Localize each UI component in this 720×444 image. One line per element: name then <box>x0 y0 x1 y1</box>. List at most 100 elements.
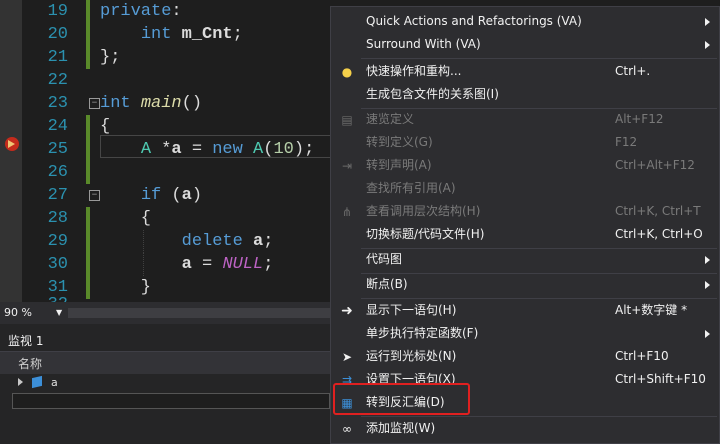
line-number: 22 <box>47 71 68 90</box>
variable-icon <box>32 375 42 389</box>
menu-item-label: 速览定义 <box>366 112 415 126</box>
line-number: 27 <box>47 186 68 205</box>
menu-item-label: 运行到光标处(N) <box>366 349 457 363</box>
menu-item-label: 单步执行特定函数(F) <box>366 326 479 340</box>
line-number: 26 <box>47 163 68 182</box>
submenu-arrow-icon <box>705 330 710 338</box>
menu-item-label: 快速操作和重构... <box>366 64 462 78</box>
menu-item-peek-definition[interactable]: ▤ 速览定义 Alt+F12 <box>331 108 720 131</box>
code-text: }; <box>100 48 121 67</box>
editor-status-bar: 90 % ▼ <box>0 302 330 324</box>
watch-column-header <box>0 352 330 374</box>
menu-item-go-to-declaration[interactable]: ⇥ 转到声明(A) Ctrl+Alt+F12 <box>331 154 720 177</box>
cursor-icon: ➤ <box>341 350 353 364</box>
goto-declaration-icon: ⇥ <box>341 159 353 173</box>
menu-item-shortcut: Ctrl+K, Ctrl+O <box>615 227 703 241</box>
current-line-highlight <box>100 135 334 158</box>
annotation-highlight-box <box>333 383 470 415</box>
change-bar <box>86 0 90 23</box>
code-text: if (a) <box>140 186 203 205</box>
menu-item-label: 显示下一语句(H) <box>366 303 457 317</box>
menu-item-find-all-references[interactable]: 查找所有引用(A) <box>331 177 720 200</box>
watch-panel: 监视 1 名称 a <box>0 324 330 444</box>
watch-row[interactable] <box>0 374 330 392</box>
code-text: { <box>100 209 152 228</box>
line-number: 29 <box>47 232 68 251</box>
change-bar <box>86 46 90 69</box>
menu-item-step-into-specific[interactable]: 单步执行特定函数(F) <box>331 322 720 345</box>
watch-panel-title[interactable]: 监视 1 <box>8 332 43 349</box>
menu-item-shortcut: F12 <box>615 135 638 149</box>
menu-item-breakpoint[interactable]: 断点(B) <box>331 273 720 296</box>
change-bar <box>86 138 90 161</box>
zoom-dropdown[interactable]: 90 % ▼ <box>4 305 64 321</box>
menu-item-quick-actions-va[interactable]: Quick Actions and Refactorings (VA) <box>331 10 720 33</box>
menu-item-shortcut: Ctrl+K, Ctrl+T <box>615 204 701 218</box>
chevron-down-icon: ▼ <box>56 308 63 317</box>
menu-item-label: 转到定义(G) <box>366 135 433 149</box>
peek-definition-icon: ▤ <box>341 113 353 127</box>
menu-item-toggle-header-code[interactable]: 切换标题/代码文件(H) Ctrl+K, Ctrl+O <box>331 223 720 246</box>
fold-toggle-icon[interactable]: − <box>89 190 100 201</box>
menu-item-add-watch[interactable]: ∞ 添加监视(W) <box>331 417 720 440</box>
menu-item-shortcut: Alt+F12 <box>615 112 664 126</box>
line-number: 28 <box>47 209 68 228</box>
submenu-arrow-icon <box>705 41 710 49</box>
change-bar <box>86 161 90 184</box>
line-number: 25 <box>47 140 68 159</box>
fold-toggle-icon[interactable]: − <box>89 98 100 109</box>
change-bar <box>86 253 90 276</box>
call-hierarchy-icon: ⋔ <box>341 205 353 219</box>
menu-item-run-to-cursor[interactable]: ➤ 运行到光标处(N) Ctrl+F10 <box>331 345 720 368</box>
menu-item-show-next-statement[interactable]: ➜ 显示下一语句(H) Alt+数字键 * <box>331 299 720 322</box>
watch-add-item-input[interactable] <box>12 393 330 409</box>
menu-item-label: 代码图 <box>366 252 403 266</box>
menu-item-label: 查找所有引用(A) <box>366 181 456 195</box>
menu-separator <box>361 58 717 59</box>
menu-item-surround-with-va[interactable]: Surround With (VA) <box>331 33 720 56</box>
line-number: 30 <box>47 255 68 274</box>
line-number: 19 <box>47 2 68 21</box>
submenu-arrow-icon <box>705 281 710 289</box>
line-number: 24 <box>47 117 68 136</box>
menu-item-go-to-definition[interactable]: 转到定义(G) F12 <box>331 131 720 154</box>
menu-item-view-call-hierarchy[interactable]: ⋔ 查看调用层次结构(H) Ctrl+K, Ctrl+T <box>331 200 720 223</box>
menu-item-quick-actions[interactable]: ● 快速操作和重构... Ctrl+. <box>331 60 720 83</box>
lightbulb-icon: ● <box>341 65 353 79</box>
menu-item-shortcut: Ctrl+Shift+F10 <box>615 372 706 386</box>
zoom-value: 90 % <box>4 306 32 319</box>
menu-item-label: Surround With (VA) <box>366 37 481 51</box>
menu-item-label: 断点(B) <box>366 277 408 291</box>
menu-item-shortcut: Ctrl+F10 <box>615 349 669 363</box>
code-text: int main() <box>100 94 203 113</box>
watch-variable-name: a <box>51 376 58 389</box>
submenu-arrow-icon <box>705 256 710 264</box>
context-menu: Quick Actions and Refactorings (VA) Surr… <box>330 6 720 444</box>
line-number: 20 <box>47 25 68 44</box>
change-bar <box>86 207 90 230</box>
menu-item-label: 添加监视(W) <box>366 421 436 435</box>
horizontal-scrollbar[interactable] <box>68 308 330 318</box>
expand-arrow-icon[interactable] <box>18 378 23 386</box>
menu-item-label: 切换标题/代码文件(H) <box>366 227 485 241</box>
arrow-right-icon: ➜ <box>341 303 353 319</box>
glasses-icon: ∞ <box>342 422 352 436</box>
code-text: delete a; <box>181 232 274 251</box>
menu-item-code-map[interactable]: 代码图 <box>331 248 720 271</box>
menu-item-label: Quick Actions and Refactorings (VA) <box>366 14 582 28</box>
change-bar <box>86 230 90 253</box>
line-number: 32 <box>24 293 68 302</box>
code-text: a = NULL; <box>181 255 274 274</box>
column-name-header[interactable]: 名称 <box>18 355 42 372</box>
menu-item-shortcut: Ctrl+Alt+F12 <box>615 158 695 172</box>
change-bar <box>86 115 90 138</box>
code-text: private: <box>100 2 182 21</box>
line-number: 23 <box>47 94 68 113</box>
menu-item-shortcut: Alt+数字键 * <box>615 303 688 317</box>
menu-item-label: 生成包含文件的关系图(I) <box>366 87 499 101</box>
menu-item-label: 查看调用层次结构(H) <box>366 204 481 218</box>
menu-item-generate-include-graph[interactable]: 生成包含文件的关系图(I) <box>331 83 720 106</box>
code-text: int m_Cnt; <box>140 25 243 44</box>
line-number: 21 <box>47 48 68 67</box>
menu-item-shortcut: Ctrl+. <box>615 64 651 78</box>
